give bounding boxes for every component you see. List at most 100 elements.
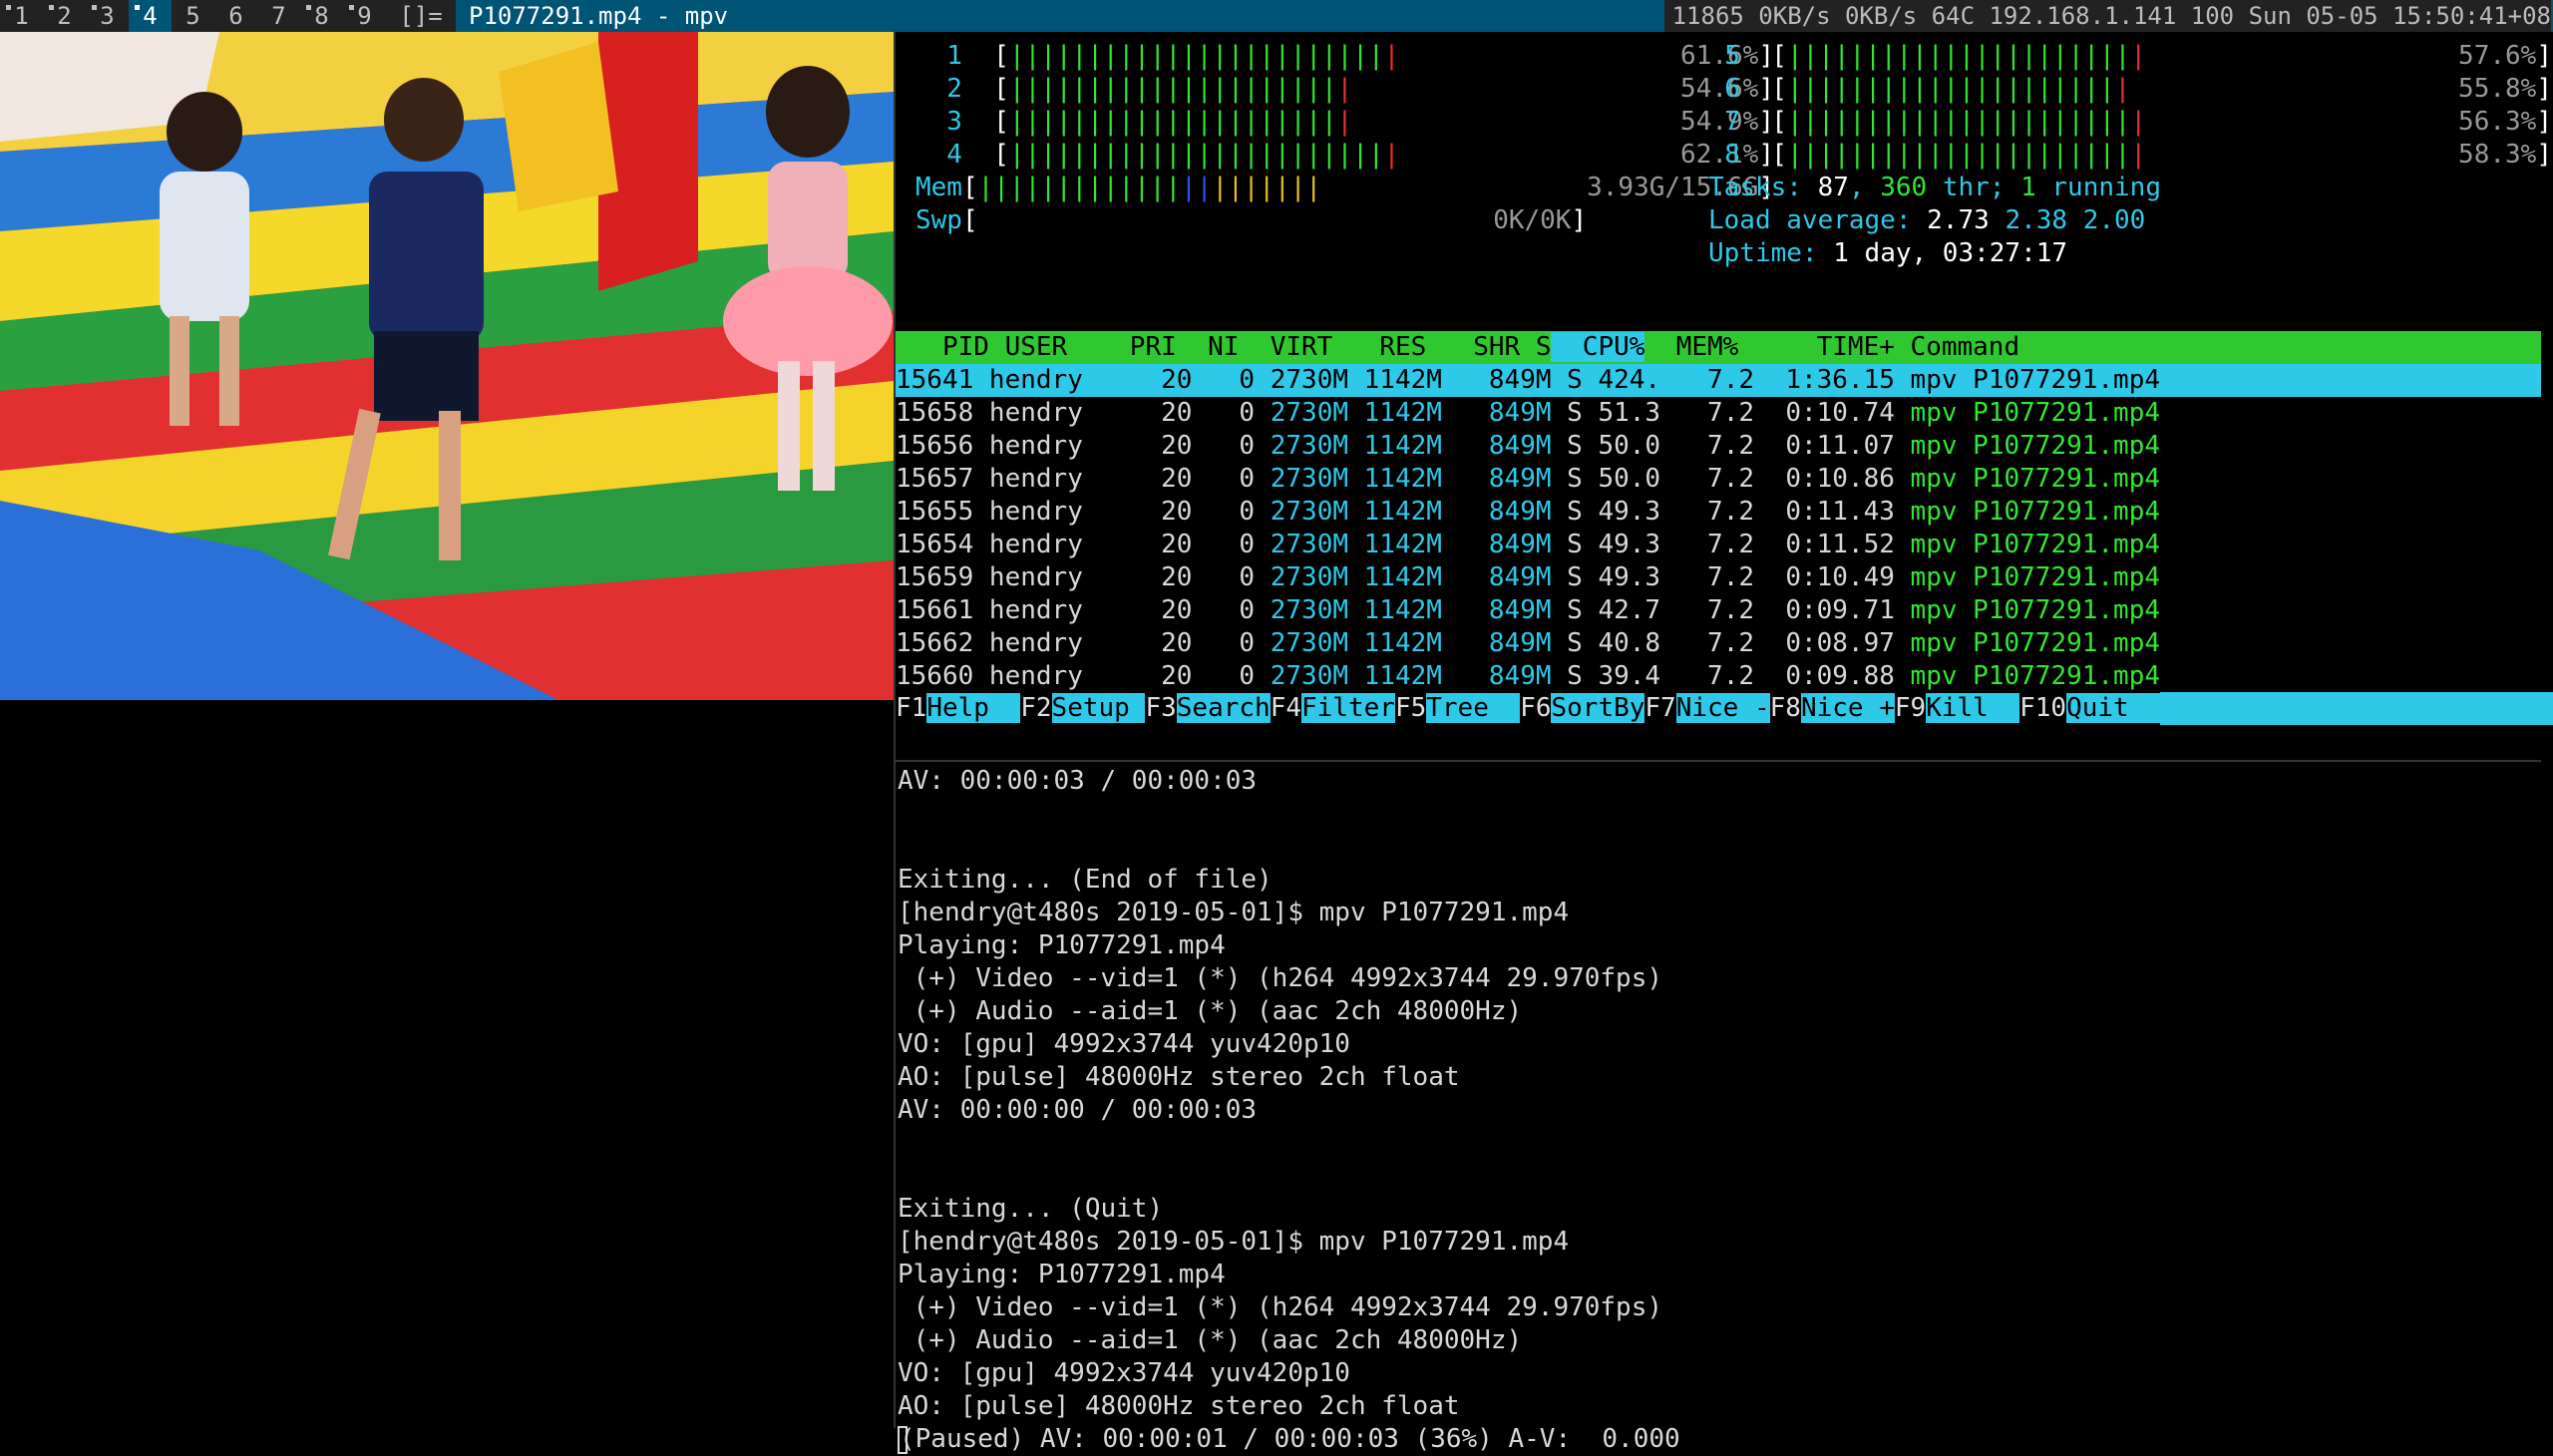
process-row[interactable]: 15655 hendry 20 0 2730M 1142M 849M S 49.… [896,496,2541,529]
column-header-cpu-pct[interactable]: CPU% [1551,332,1645,362]
tag-8[interactable]: 8 [300,0,343,32]
process-row[interactable]: 15657 hendry 20 0 2730M 1142M 849M S 50.… [896,463,2541,496]
meter-bracket-open: [ [1771,140,1787,170]
column-header-time-plus[interactable]: TIME+ [1738,332,1895,362]
fkey-f2[interactable]: F2Setup [1020,692,1146,725]
status-bar: 1 2 3 4 5 6 7 8 9 []= P1077291.mp4 - mpv 11865 0K… [0,0,2553,32]
process-row[interactable]: 15656 hendry 20 0 2730M 1142M 849M S 50.… [896,430,2541,463]
uptime-value: 1 day, 03:27:17 [1833,238,2068,268]
fkey-label: Nice - [1675,693,1770,723]
process-cpu: 42.7 [1582,595,1661,625]
process-row[interactable]: 15661 hendry 20 0 2730M 1142M 849M S 42.… [896,594,2541,627]
column-header-mem-pct[interactable]: MEM% [1660,332,1739,362]
mem-gauge-used: ||||||||||||| [977,173,1182,202]
tag-4[interactable]: 4 [129,0,172,32]
tag-label: 1 [14,2,29,30]
terminal-line-text: (+) Video --vid=1 (*) (h264 4992x3744 29… [898,1292,1663,1322]
tag-label: 6 [228,2,243,30]
column-header-pid[interactable]: PID [896,332,989,362]
tag-6[interactable]: 6 [214,0,257,32]
process-pri: 20 [1114,464,1193,494]
process-pri: 20 [1114,365,1193,395]
column-header-virt[interactable]: VIRT [1239,332,1333,362]
process-pri: 20 [1114,530,1193,559]
process-s: S [1551,562,1583,592]
process-ni: 0 [1192,398,1256,428]
terminal-line: Exiting... (Quit) [898,1193,1163,1226]
terminal-line-text: Exiting... (Quit) [898,1194,1164,1224]
process-row[interactable]: 15658 hendry 20 0 2730M 1142M 849M S 51.… [896,397,2541,430]
tag-7[interactable]: 7 [257,0,300,32]
tag-label: 9 [357,2,372,30]
cpu-gauge: |||||||||||||||||||||| [1786,41,2131,71]
running-label: running [2035,173,2161,202]
cpu-gauge-kernel: | [1383,41,1400,71]
process-time: 0:10.86 [1754,464,1895,494]
column-header-res[interactable]: RES [1332,332,1426,362]
cpu-meter-6: 6 [|||||||||||||||||||||| 55.8%] [1693,73,2552,106]
fkey-f1[interactable]: F1Help [896,692,1021,725]
fkey-number: F1 [896,693,927,723]
process-row[interactable]: 15660 hendry 20 0 2730M 1142M 849M S 39.… [896,660,2541,693]
fkey-f5[interactable]: F5Tree [1394,692,1521,725]
tag-2[interactable]: 2 [43,0,86,32]
process-ni: 0 [1192,595,1256,625]
process-time: 0:10.49 [1754,562,1895,592]
tag-3[interactable]: 3 [86,0,129,32]
cpu-number: 6 [1693,74,1772,104]
process-pid: 15641 [896,365,974,395]
cpu-gauge-empty [2146,140,2442,170]
process-user: hendry [973,464,1115,494]
terminal-window[interactable]: 1 [||||||||||||||||||||||||| 61.6%] 2 [|… [894,32,2553,1454]
process-row[interactable]: 15662 hendry 20 0 2730M 1142M 849M S 40.… [896,627,2541,660]
cpu-number: 1 [915,41,994,71]
column-header-shr[interactable]: SHR [1426,332,1520,362]
fkey-f4[interactable]: F4Filter [1270,692,1395,725]
process-mem: 7.2 [1660,464,1755,494]
fkey-f7[interactable]: F7Nice - [1644,692,1770,725]
column-header-s[interactable]: S [1520,332,1552,362]
column-header-user[interactable]: USER [989,332,1114,362]
fkey-f6[interactable]: F6SortBy [1520,692,1645,725]
cpu-number: 3 [915,107,994,137]
process-row[interactable]: 15659 hendry 20 0 2730M 1142M 849M S 49.… [896,561,2541,594]
tag-label: 4 [143,2,158,30]
fkey-f3[interactable]: F3Search [1145,692,1271,725]
process-time: 0:10.74 [1754,398,1895,428]
process-virt: 2730M [1255,497,1348,527]
process-row[interactable]: 15641 hendry 20 0 2730M 1142M 849M S 424… [896,364,2541,397]
terminal-line-text: [hendry@t480s 2019-05-01]$ mpv P1077291.… [898,1227,1570,1257]
cpu-number: 7 [1693,107,1772,137]
column-header-ni[interactable]: NI [1177,332,1239,362]
process-s: S [1551,431,1583,461]
process-pri: 20 [1114,398,1193,428]
process-time: 0:11.52 [1754,530,1895,559]
process-cmd: mpv P1077291.mp4 [1894,365,2161,395]
column-header-pri[interactable]: PRI [1114,332,1177,362]
process-pid: 15662 [896,628,974,658]
fkey-f10[interactable]: F10Quit [2019,692,2160,725]
process-user: hendry [973,628,1115,658]
terminal-line: Exiting... (End of file) [898,864,1273,897]
process-pid: 15661 [896,595,974,625]
process-cmd: mpv P1077291.mp4 [1894,530,2161,559]
process-table-header[interactable]: PID USER PRI NI VIRT RES SHR S CPU% MEM%… [896,331,2541,364]
uptime-label: Uptime: [1708,238,1834,268]
fkey-f9[interactable]: F9Kill [1894,692,2020,725]
terminal-line-text: AV: 00:00:03 / 00:00:03 [898,766,1258,796]
mpv-video-window[interactable] [0,32,894,700]
fkey-f8[interactable]: F8Nice + [1769,692,1895,725]
tag-5[interactable]: 5 [172,0,214,32]
column-header-command[interactable]: Command [1895,332,2020,362]
process-pri: 20 [1114,562,1193,592]
process-row[interactable]: 15654 hendry 20 0 2730M 1142M 849M S 49.… [896,529,2541,561]
process-mem: 7.2 [1660,497,1755,527]
tag-9[interactable]: 9 [343,0,386,32]
tag-1[interactable]: 1 [0,0,43,32]
process-pid: 15657 [896,464,974,494]
tag-label: 7 [271,2,286,30]
cpu-meter-7: 7 [||||||||||||||||||||||| 56.3%] [1693,106,2552,139]
layout-indicator[interactable]: []= [386,0,456,32]
